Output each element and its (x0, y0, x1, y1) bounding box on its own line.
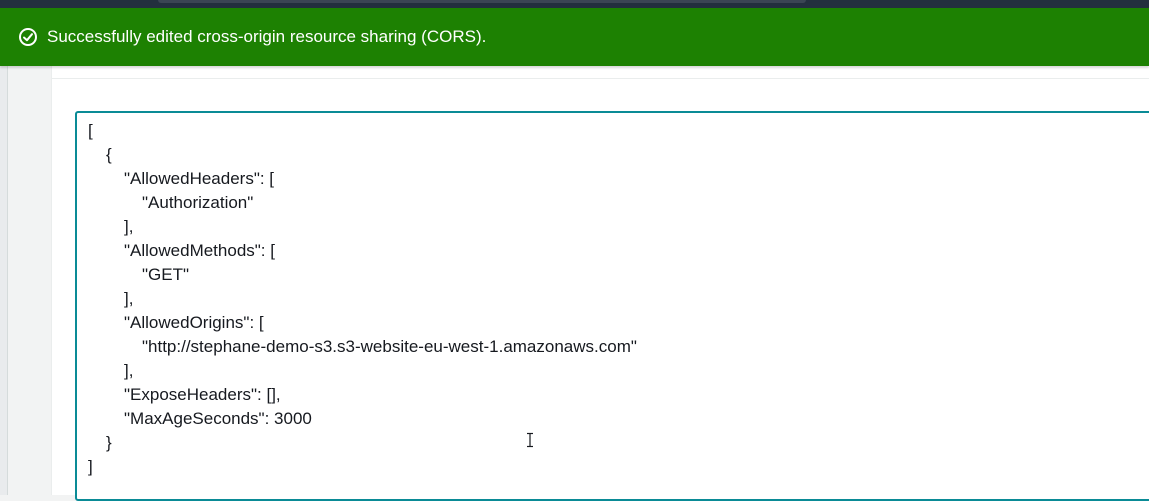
code-line[interactable]: "MaxAgeSeconds": 3000 (88, 407, 637, 431)
check-circle-icon (18, 27, 38, 47)
code-line[interactable]: "GET" (88, 263, 637, 287)
code-line[interactable]: ], (88, 287, 637, 311)
code-line[interactable]: "AllowedMethods": [ (88, 239, 637, 263)
editor-code[interactable]: [{"AllowedHeaders": ["Authorization"], "A… (88, 119, 637, 479)
success-flash-notification: Successfully edited cross-origin resourc… (0, 8, 1149, 66)
top-navigation-bar (0, 0, 1149, 8)
code-line[interactable]: "http://stephane-demo-s3.s3-website-eu-w… (88, 335, 637, 359)
cors-json-editor[interactable]: [{"AllowedHeaders": ["Authorization"], "A… (75, 111, 1149, 501)
code-line[interactable]: ] (88, 455, 637, 479)
content-margin (8, 66, 51, 495)
flash-message: Successfully edited cross-origin resourc… (47, 27, 487, 46)
code-line[interactable]: "AllowedOrigins": [ (88, 311, 637, 335)
code-line[interactable]: { (88, 143, 637, 167)
code-line[interactable]: [ (88, 119, 637, 143)
panel-divider (52, 78, 1149, 79)
code-line[interactable]: "Authorization" (88, 191, 637, 215)
code-line[interactable]: "ExposeHeaders": [], (88, 383, 637, 407)
text-cursor-icon (527, 432, 533, 448)
code-line[interactable]: "AllowedHeaders": [ (88, 167, 637, 191)
search-bar[interactable] (158, 0, 806, 3)
navigation-drawer-edge[interactable] (0, 66, 8, 495)
code-line[interactable]: ], (88, 359, 637, 383)
code-line[interactable]: ], (88, 215, 637, 239)
code-line[interactable]: } (88, 431, 637, 455)
